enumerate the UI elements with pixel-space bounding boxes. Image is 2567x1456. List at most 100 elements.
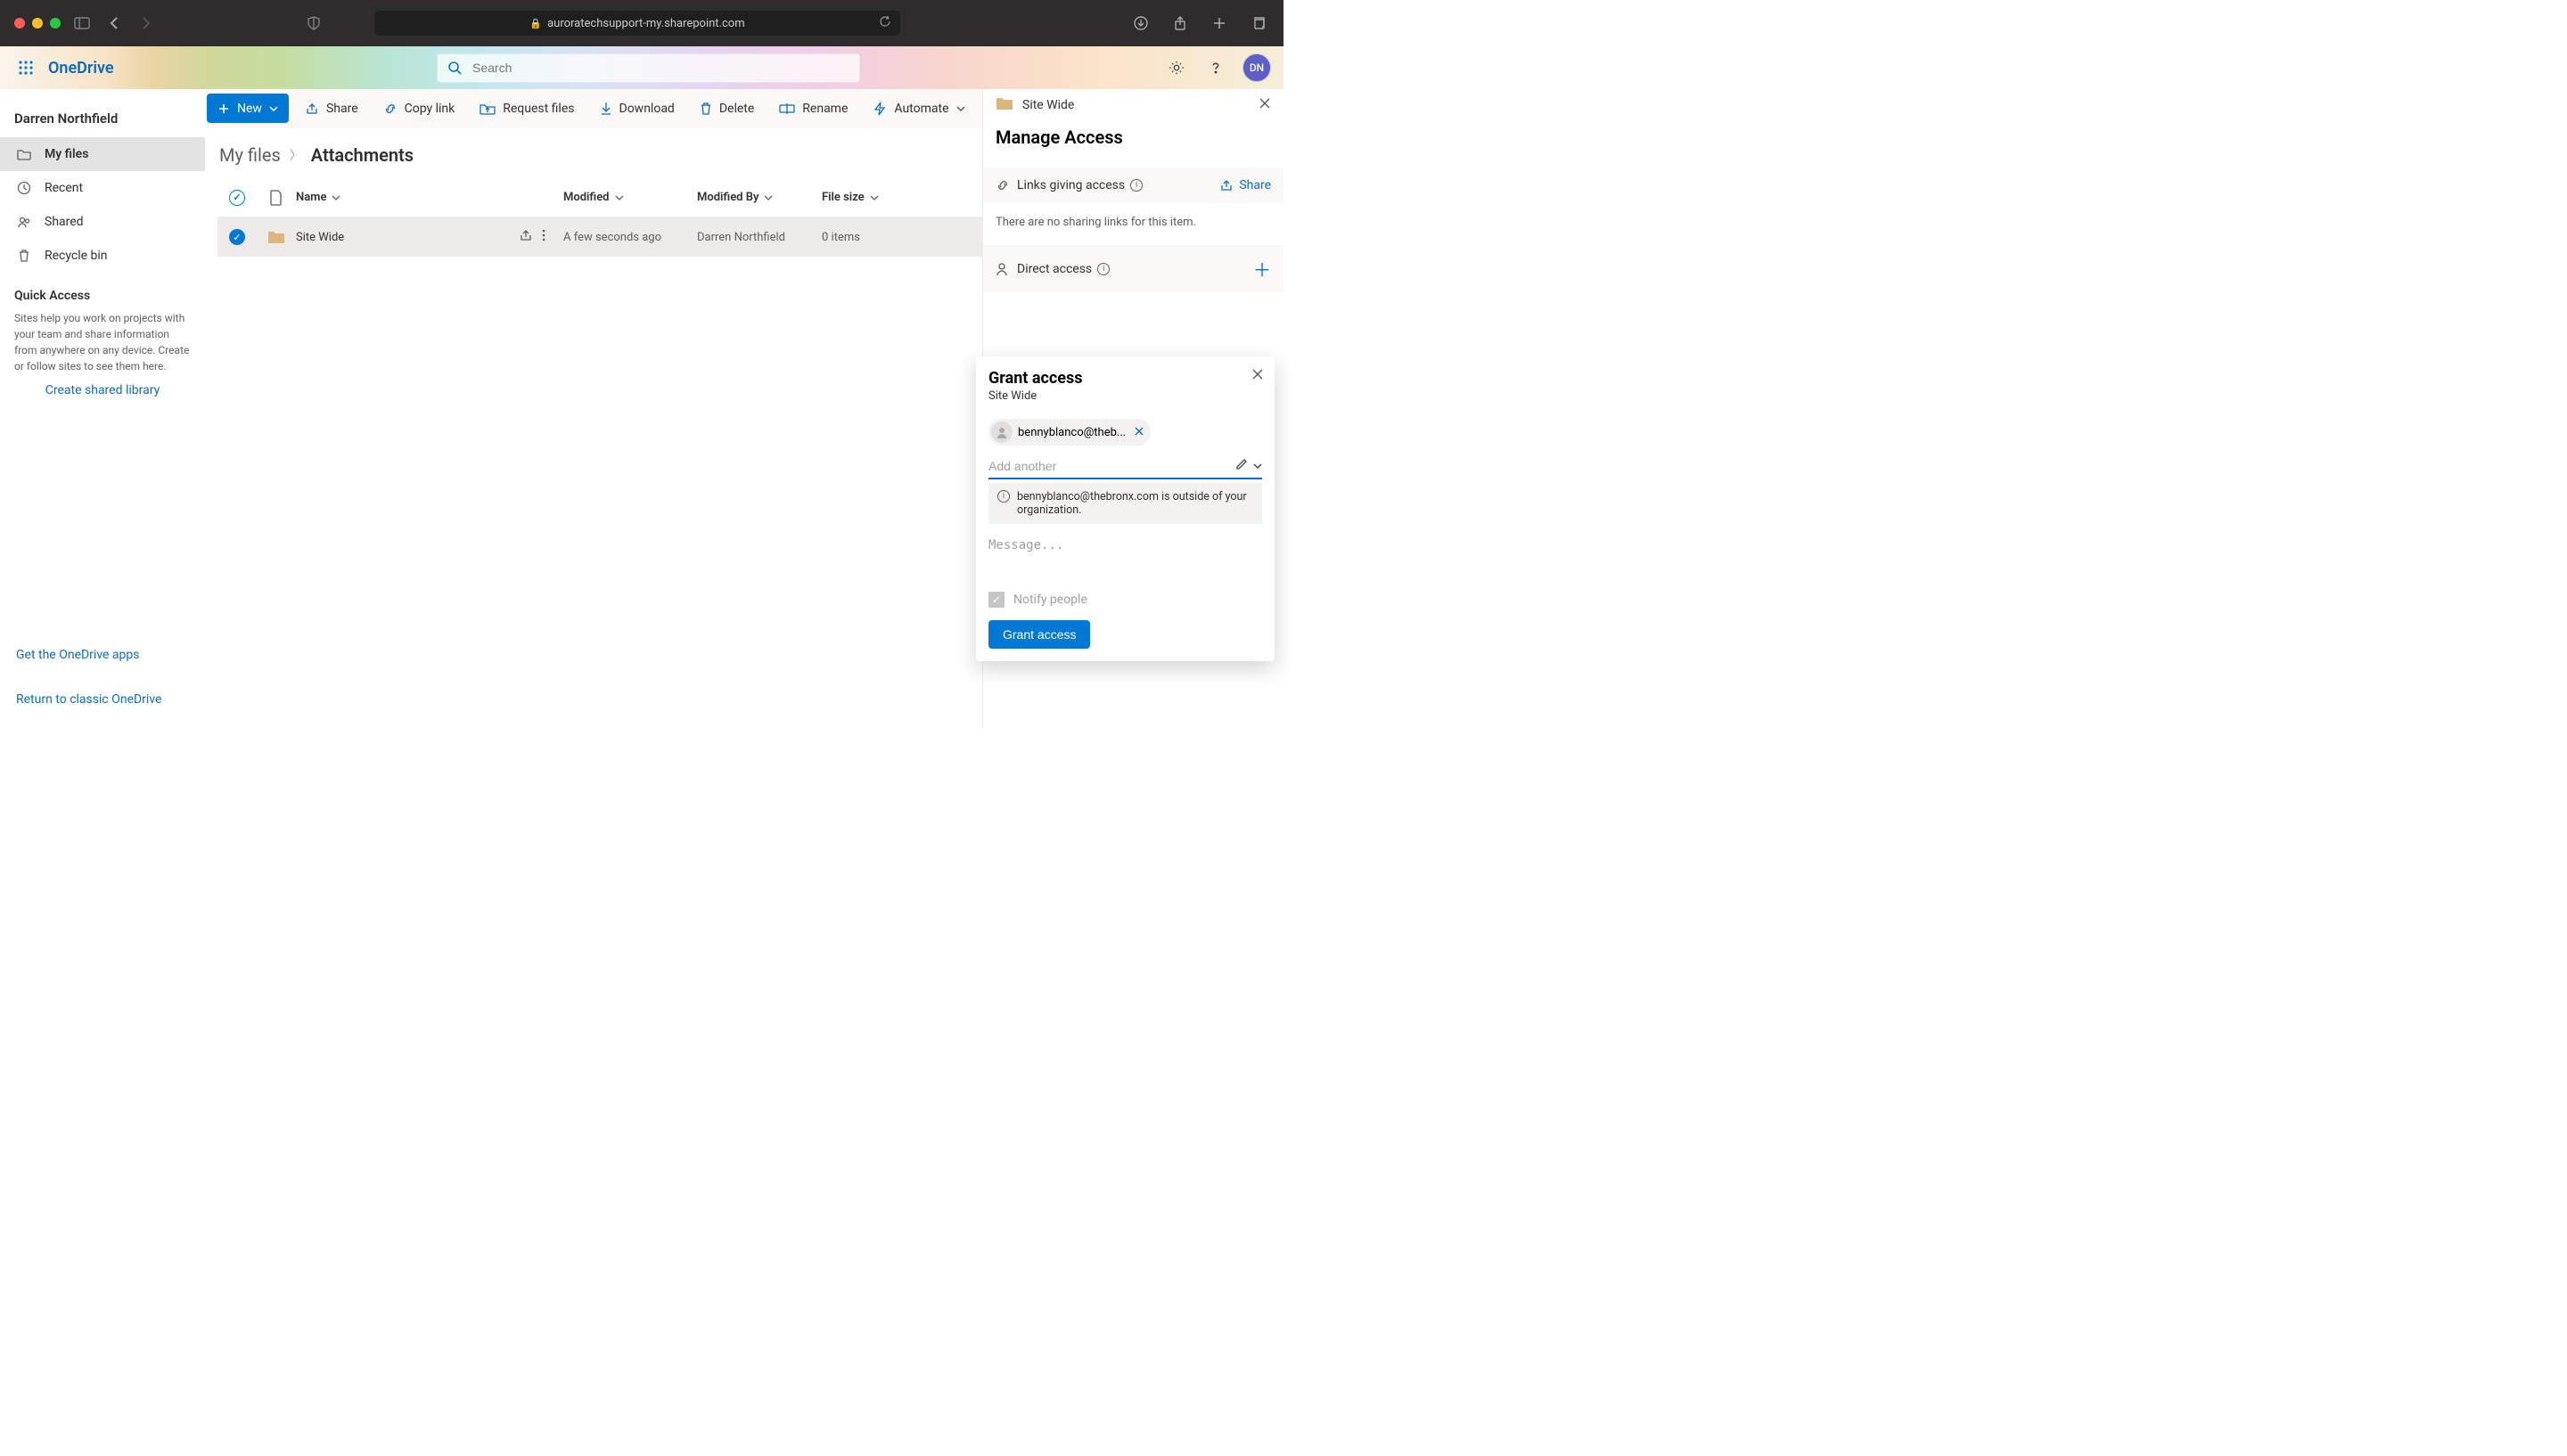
clock-icon bbox=[16, 181, 32, 195]
select-all-toggle[interactable]: ✓ bbox=[229, 190, 245, 206]
share-button[interactable]: Share bbox=[296, 94, 367, 123]
chevron-down-icon bbox=[615, 195, 624, 200]
close-popover-icon[interactable] bbox=[1251, 367, 1264, 384]
nav-label: My files bbox=[45, 147, 88, 161]
info-icon[interactable]: i bbox=[1097, 263, 1110, 275]
breadcrumb-current: Attachments bbox=[311, 144, 414, 166]
app-name[interactable]: OneDrive bbox=[48, 59, 114, 78]
rename-button[interactable]: Rename bbox=[770, 94, 857, 123]
add-another-input[interactable] bbox=[988, 459, 1235, 473]
tabs-icon[interactable] bbox=[1248, 12, 1269, 34]
share-arrow-icon bbox=[305, 102, 319, 116]
edit-permission-icon[interactable] bbox=[1235, 458, 1248, 474]
chevron-right-icon: 〉 bbox=[290, 146, 302, 164]
download-button[interactable]: Download bbox=[591, 94, 684, 123]
maximize-window-icon[interactable] bbox=[50, 18, 61, 29]
quick-access-body: Sites help you work on projects with you… bbox=[0, 310, 205, 374]
person-avatar-icon bbox=[991, 421, 1013, 443]
panel-share-button[interactable]: Share bbox=[1219, 178, 1271, 192]
downloads-icon[interactable] bbox=[1130, 12, 1152, 34]
sidebar-item-recyclebin[interactable]: Recycle bin bbox=[0, 239, 205, 273]
folder-icon bbox=[16, 148, 32, 160]
avatar[interactable]: DN bbox=[1242, 53, 1271, 82]
url-bar[interactable]: 🔒 auroratechsupport-my.sharepoint.com bbox=[374, 11, 900, 36]
recipient-chip: bennyblanco@theb... bbox=[988, 419, 1151, 446]
row-filesize: 0 items bbox=[822, 231, 947, 244]
sidebar-item-shared[interactable]: Shared bbox=[0, 205, 205, 239]
minimize-window-icon[interactable] bbox=[32, 18, 43, 29]
close-panel-icon[interactable] bbox=[1259, 97, 1271, 113]
col-modifiedby[interactable]: Modified By bbox=[697, 191, 822, 204]
chip-email: bennyblanco@theb... bbox=[1018, 426, 1126, 439]
direct-heading: Direct access bbox=[1017, 262, 1092, 276]
automate-button[interactable]: Automate bbox=[864, 94, 973, 123]
col-filesize[interactable]: File size bbox=[822, 191, 947, 204]
notify-label: Notify people bbox=[1013, 593, 1087, 607]
back-icon[interactable] bbox=[103, 12, 125, 34]
link-icon bbox=[996, 178, 1010, 192]
row-modifiedby: Darren Northfield bbox=[697, 231, 822, 244]
app-launcher-icon[interactable] bbox=[12, 54, 39, 81]
delete-button[interactable]: Delete bbox=[691, 94, 763, 123]
breadcrumb-root[interactable]: My files bbox=[219, 144, 281, 166]
sidebar-item-myfiles[interactable]: My files bbox=[0, 137, 205, 171]
sidebar-item-recent[interactable]: Recent bbox=[0, 171, 205, 205]
quick-access-heading: Quick Access bbox=[0, 273, 205, 310]
chevron-down-icon bbox=[956, 106, 965, 111]
sidebar-toggle-icon[interactable] bbox=[71, 12, 93, 34]
row-share-icon[interactable] bbox=[519, 228, 533, 246]
popover-title: Grant access bbox=[988, 369, 1262, 388]
help-icon[interactable] bbox=[1203, 55, 1228, 80]
info-icon[interactable]: i bbox=[1130, 179, 1143, 192]
add-direct-access-button[interactable]: ＋ bbox=[1253, 256, 1271, 282]
direct-section: Direct access i ＋ bbox=[983, 245, 1284, 292]
chevron-down-icon bbox=[332, 195, 340, 200]
new-button[interactable]: New bbox=[207, 94, 289, 123]
message-input[interactable] bbox=[988, 538, 1262, 583]
return-classic-link[interactable]: Return to classic OneDrive bbox=[0, 692, 205, 712]
col-modified[interactable]: Modified bbox=[563, 191, 697, 204]
sidebar: Darren Northfield My files Recent Shared… bbox=[0, 89, 205, 728]
sidebar-owner: Darren Northfield bbox=[0, 94, 205, 137]
window-controls bbox=[14, 18, 61, 29]
plus-icon bbox=[217, 102, 230, 115]
row-selected-check[interactable]: ✓ bbox=[229, 229, 245, 245]
search-icon bbox=[447, 61, 462, 75]
no-links-text: There are no sharing links for this item… bbox=[983, 207, 1284, 238]
refresh-icon[interactable] bbox=[879, 15, 891, 31]
settings-icon[interactable] bbox=[1164, 55, 1189, 80]
grant-access-button[interactable]: Grant access bbox=[988, 620, 1090, 649]
nav-label: Shared bbox=[45, 215, 84, 229]
info-icon: i bbox=[997, 490, 1010, 503]
automate-icon bbox=[873, 102, 887, 116]
chevron-down-icon bbox=[870, 195, 879, 200]
search-box[interactable] bbox=[437, 53, 860, 83]
person-icon bbox=[996, 262, 1010, 276]
shield-icon[interactable] bbox=[303, 12, 324, 34]
notify-checkbox[interactable]: ✓ bbox=[988, 592, 1005, 608]
remove-chip-icon[interactable] bbox=[1135, 426, 1144, 439]
create-library-link[interactable]: Create shared library bbox=[0, 383, 205, 403]
get-apps-link[interactable]: Get the OneDrive apps bbox=[0, 648, 205, 667]
new-tab-icon[interactable] bbox=[1209, 12, 1230, 34]
row-more-icon[interactable] bbox=[542, 228, 545, 246]
row-name: Site Wide bbox=[296, 231, 344, 244]
rename-icon bbox=[779, 102, 795, 115]
external-warning: i bennyblanco@thebronx.com is outside of… bbox=[988, 483, 1262, 524]
col-name[interactable]: Name bbox=[296, 191, 563, 204]
browser-chrome: 🔒 auroratechsupport-my.sharepoint.com bbox=[0, 0, 1284, 46]
main-area: New Share Copy link Request files Downlo… bbox=[205, 89, 1284, 728]
url-text: auroratechsupport-my.sharepoint.com bbox=[547, 17, 745, 30]
requestfiles-button[interactable]: Request files bbox=[471, 94, 583, 123]
nav-label: Recycle bin bbox=[45, 249, 108, 263]
copylink-button[interactable]: Copy link bbox=[374, 94, 464, 123]
new-label: New bbox=[237, 102, 262, 116]
search-input[interactable] bbox=[472, 61, 849, 75]
folder-icon bbox=[257, 230, 296, 244]
warning-text: bennyblanco@thebronx.com is outside of y… bbox=[1017, 490, 1253, 517]
close-window-icon[interactable] bbox=[14, 18, 25, 29]
trash-icon bbox=[16, 249, 32, 263]
folder-icon bbox=[996, 96, 1013, 114]
permission-chevron-icon[interactable] bbox=[1253, 458, 1262, 474]
share-icon[interactable] bbox=[1169, 12, 1191, 34]
